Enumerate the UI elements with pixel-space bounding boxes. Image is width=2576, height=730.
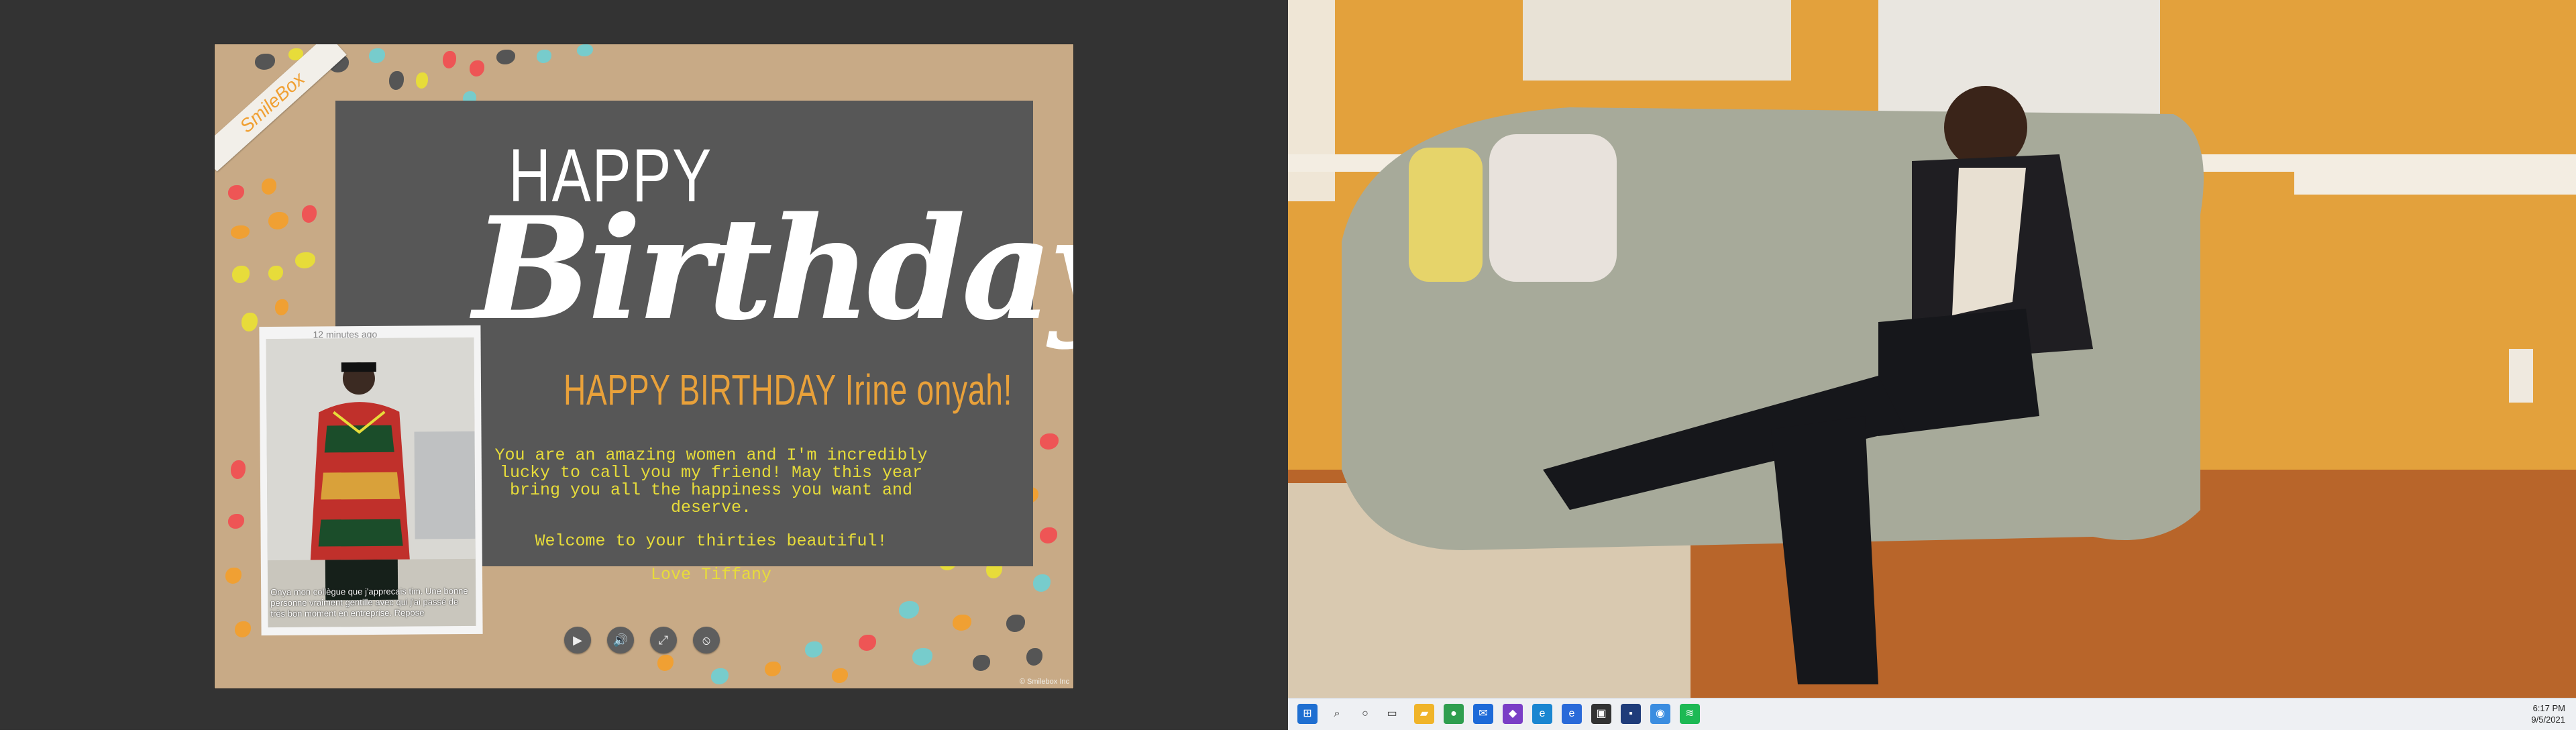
birthday-card: HAPPY Birthday HAPPY BIRTHDAY Irine onya… — [215, 44, 1073, 688]
copyright-text: © Smilebox Inc — [1019, 678, 1069, 686]
card-headline: HAPPY BIRTHDAY Irine onyah! — [564, 366, 1013, 414]
card-message-line: You are an amazing women and I'm incredi… — [494, 446, 928, 517]
fullscreen-button[interactable]: ⤢ — [650, 627, 677, 654]
spotify-icon[interactable]: ≋ — [1680, 704, 1700, 724]
card-message: You are an amazing women and I'm incredi… — [483, 447, 939, 600]
windows-taskbar: ⊞ ⌕ ○ ▭ ▰ ● ✉ ◆ e e ▣ ▪ ◉ ≋ 6:17 PM 9/5/… — [1288, 698, 2576, 730]
chrome-icon[interactable]: ● — [1444, 704, 1464, 724]
photos-icon[interactable]: ◉ — [1650, 704, 1670, 724]
photo-caption: Onya mon collègue que j'apprecais tim. U… — [270, 585, 468, 619]
card-birthday-title: Birthday — [473, 186, 1073, 352]
play-icon: ▶ — [573, 633, 582, 647]
settings-button[interactable]: ⦸ — [693, 627, 720, 654]
app-icon[interactable]: ▪ — [1621, 704, 1641, 724]
card-message-line: Welcome to your thirties beautiful! — [535, 531, 888, 551]
right-pane-photo — [1288, 0, 2576, 729]
volume-button[interactable]: 🔊 — [607, 627, 634, 654]
photo-frame[interactable]: 12 minutes ago Onya mon collègue que j'a… — [259, 325, 483, 636]
edge-dev-icon[interactable]: e — [1562, 704, 1582, 724]
left-pane: HAPPY Birthday HAPPY BIRTHDAY Irine onya… — [0, 0, 1288, 729]
clock-date: 9/5/2021 — [2531, 715, 2565, 725]
start-icon[interactable]: ⊞ — [1297, 704, 1318, 724]
search-icon[interactable]: ⌕ — [1327, 704, 1347, 724]
smilebox-logo: SmileBox — [215, 44, 347, 172]
cortana-icon[interactable]: ○ — [1355, 704, 1375, 724]
disabled-icon: ⦸ — [702, 633, 710, 647]
clock-time: 6:17 PM — [2532, 703, 2565, 713]
store-icon[interactable]: ▣ — [1591, 704, 1611, 724]
visual-studio-icon[interactable]: ◆ — [1503, 704, 1523, 724]
task-view-icon[interactable]: ▭ — [1382, 704, 1402, 724]
taskbar-clock[interactable]: 6:17 PM 9/5/2021 — [2531, 702, 2565, 725]
card-message-line: Love Tiffany — [650, 565, 772, 584]
expand-icon: ⤢ — [658, 633, 669, 647]
play-button[interactable]: ▶ — [564, 627, 591, 654]
living-room-photo — [1288, 0, 2576, 698]
speaker-icon: 🔊 — [612, 633, 629, 647]
edge-icon[interactable]: e — [1532, 704, 1552, 724]
file-explorer-icon[interactable]: ▰ — [1414, 704, 1434, 724]
mail-icon[interactable]: ✉ — [1473, 704, 1493, 724]
person-photo — [266, 337, 476, 628]
